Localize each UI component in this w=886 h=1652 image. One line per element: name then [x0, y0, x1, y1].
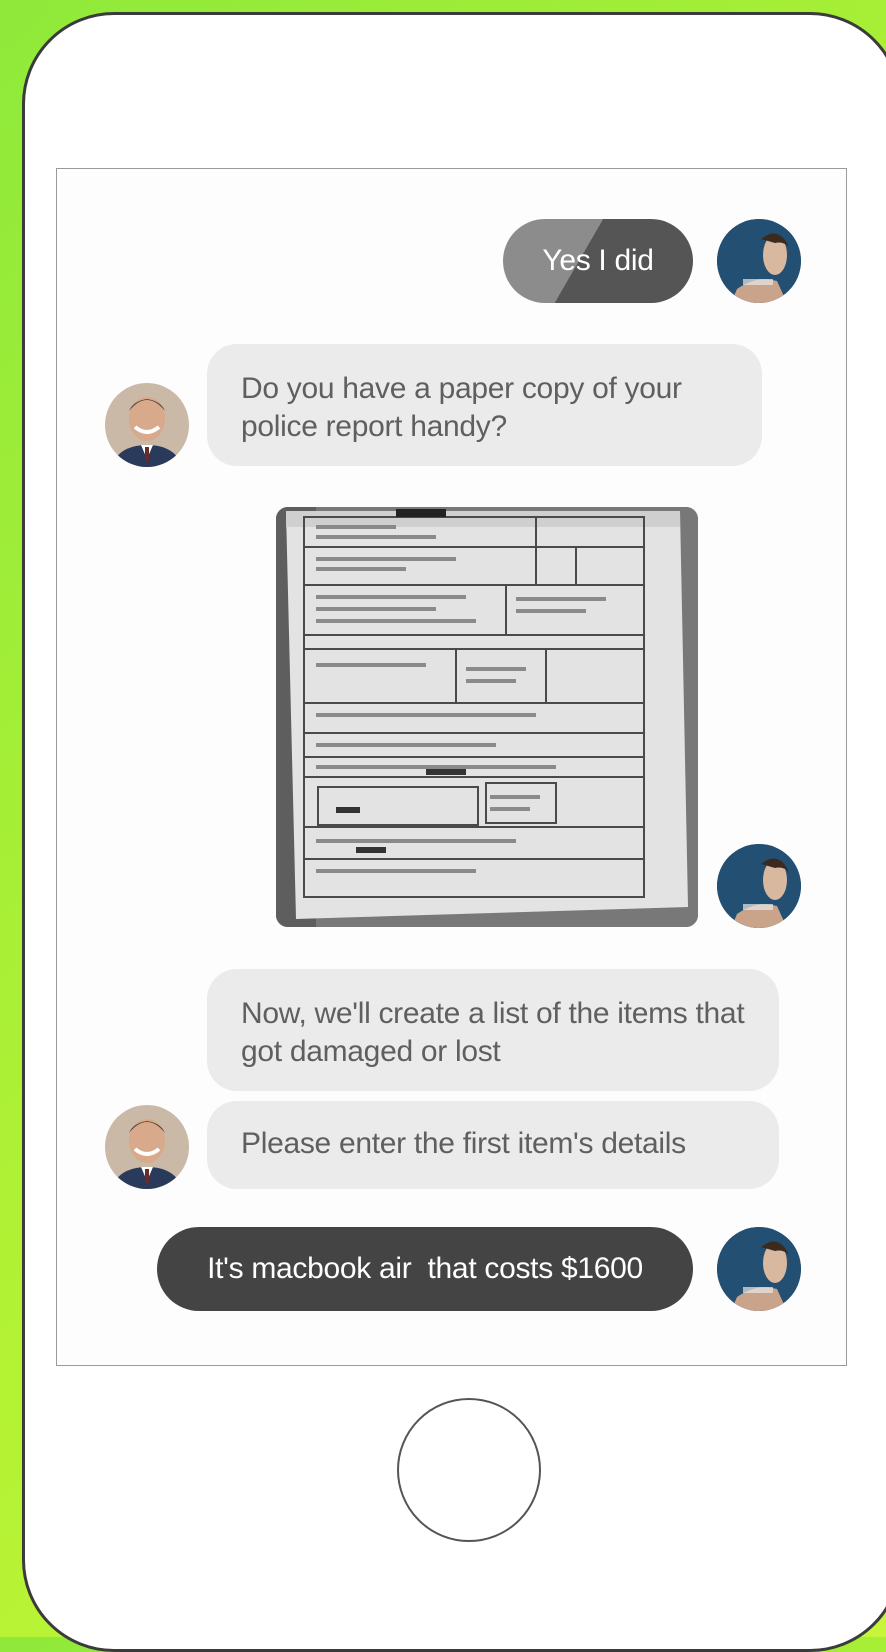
- bot-message-bubble: Please enter the first item's details: [207, 1101, 779, 1189]
- chat-screen: Yes I did Do you have a paper copy of yo…: [56, 168, 847, 1366]
- agent-avatar[interactable]: [105, 1105, 189, 1189]
- bot-message-bubble: Do you have a paper copy of your police …: [207, 344, 762, 466]
- user-message-text: It's macbook air that costs $1600: [207, 1252, 643, 1285]
- user-message-text: Yes I did: [542, 244, 654, 277]
- agent-avatar[interactable]: [105, 383, 189, 467]
- user-avatar[interactable]: [717, 844, 801, 928]
- bot-message-text: Do you have a paper copy of your police …: [241, 372, 682, 443]
- police-report-photo[interactable]: [276, 507, 698, 927]
- home-button-icon[interactable]: [397, 1398, 541, 1542]
- bot-message-text: Please enter the first item's details: [241, 1127, 686, 1160]
- phone-frame: Yes I did Do you have a paper copy of yo…: [22, 12, 886, 1652]
- user-avatar[interactable]: [717, 1227, 801, 1311]
- bot-message-text: Now, we'll create a list of the items th…: [241, 997, 745, 1068]
- user-avatar[interactable]: [717, 219, 801, 303]
- user-message-bubble: It's macbook air that costs $1600: [157, 1227, 693, 1311]
- bot-message-bubble: Now, we'll create a list of the items th…: [207, 969, 779, 1091]
- user-message-bubble: Yes I did: [503, 219, 693, 303]
